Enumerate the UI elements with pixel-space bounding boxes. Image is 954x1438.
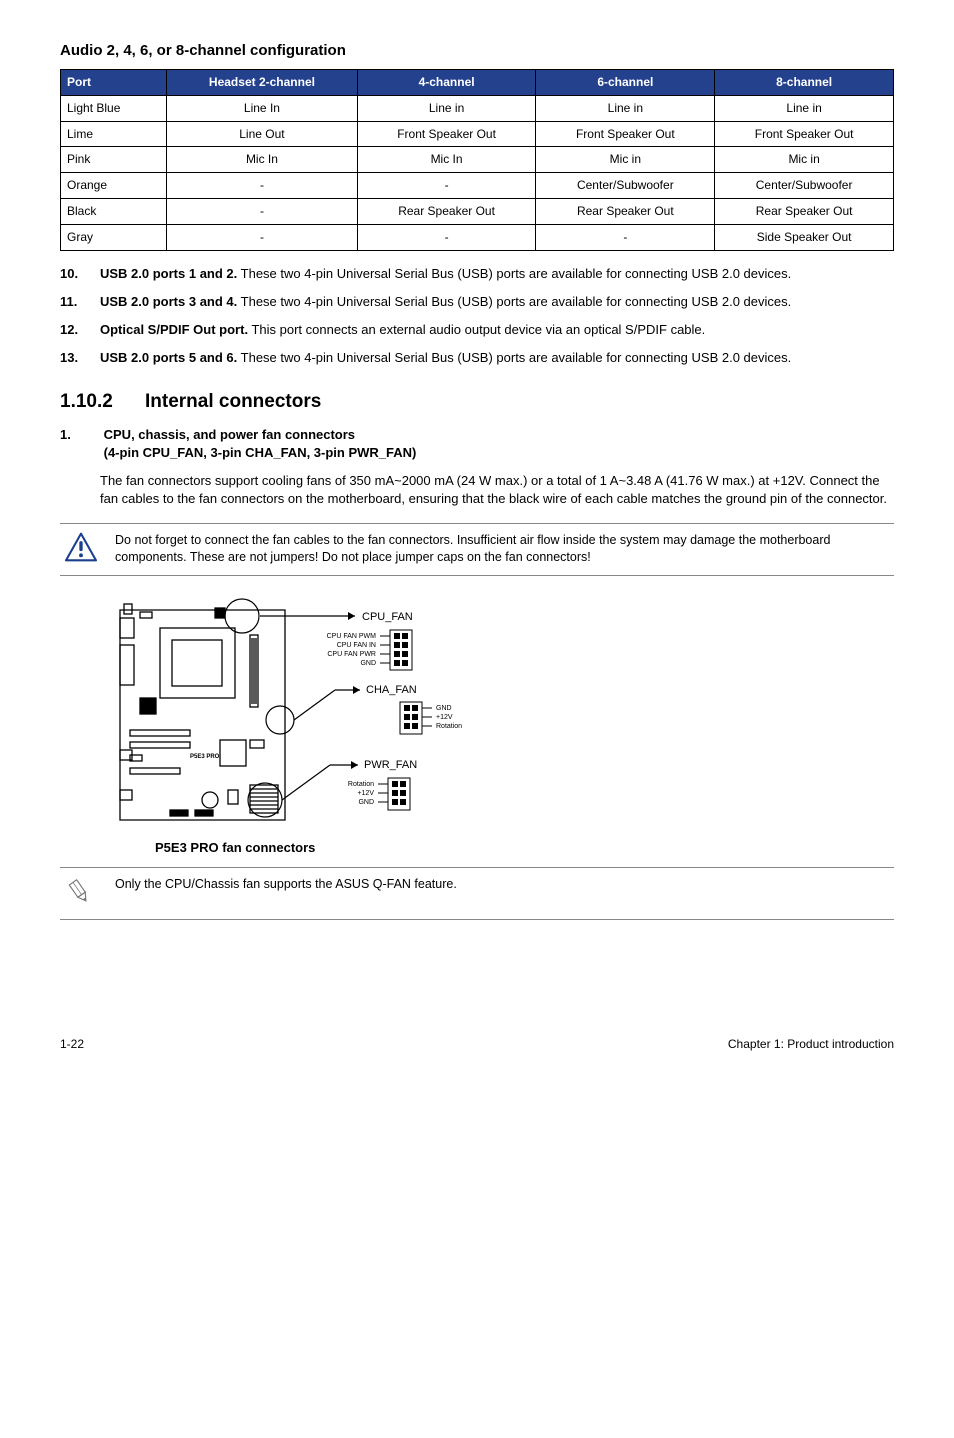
table-row: Light Blue Line In Line in Line in Line … [61,95,894,121]
cell: Front Speaker Out [536,121,715,147]
section-number: 1.10.2 [60,389,145,416]
cell: Front Speaker Out [357,121,536,147]
cell: Line in [357,95,536,121]
cell: Center/Subwoofer [715,173,894,199]
item-number: 13. [60,349,100,367]
section-heading-internal-connectors: 1.10.2Internal connectors [60,389,894,416]
label-rotation-1: Rotation [436,723,462,730]
cell: Pink [61,147,167,173]
label-cha-fan: CHA_FAN [366,684,417,696]
list-item: 12. Optical S/PDIF Out port. This port c… [60,321,894,339]
th-6ch: 6-channel [536,70,715,96]
th-8ch: 8-channel [715,70,894,96]
footer-page-number: 1-22 [60,1036,84,1053]
label-12v-2: +12V [357,790,374,797]
table-row: Gray - - - Side Speaker Out [61,224,894,250]
cell: Line in [536,95,715,121]
cell: - [167,173,357,199]
item-text: USB 2.0 ports 1 and 2. These two 4-pin U… [100,265,894,283]
th-2ch: Headset 2-channel [167,70,357,96]
label-cpu-in: CPU FAN IN [337,642,376,649]
cell: Line In [167,95,357,121]
cell: Line Out [167,121,357,147]
cell: Side Speaker Out [715,224,894,250]
cell: Mic In [357,147,536,173]
fan-connector-diagram: CPU_FAN CPU FAN PWM CPU FAN IN CPU FAN P… [100,590,894,857]
cell: Front Speaker Out [715,121,894,147]
label-gnd-2: GND [436,705,452,712]
cell: Orange [61,173,167,199]
cell: Gray [61,224,167,250]
list-item: 13. USB 2.0 ports 5 and 6. These two 4-p… [60,349,894,367]
note-text: Only the CPU/Chassis fan supports the AS… [115,876,894,894]
note-callout: Only the CPU/Chassis fan supports the AS… [60,867,894,920]
cell: Center/Subwoofer [536,173,715,199]
item-text: USB 2.0 ports 5 and 6. These two 4-pin U… [100,349,894,367]
item-text: Optical S/PDIF Out port. This port conne… [100,321,894,339]
warning-callout: Do not forget to connect the fan cables … [60,523,894,576]
cell: Rear Speaker Out [715,198,894,224]
audio-heading: Audio 2, 4, 6, or 8-channel configuratio… [60,40,894,61]
warning-text: Do not forget to connect the fan cables … [115,532,894,567]
cell: Rear Speaker Out [536,198,715,224]
audio-config-table: Port Headset 2-channel 4-channel 6-chann… [60,69,894,251]
label-cpu-pwr: CPU FAN PWR [327,651,376,658]
cell: Black [61,198,167,224]
cell: Lime [61,121,167,147]
label-board-model: P5E3 PRO [190,754,220,760]
label-12v-1: +12V [436,714,453,721]
table-row: Pink Mic In Mic In Mic in Mic in [61,147,894,173]
label-cpu-fan: CPU_FAN [362,611,413,623]
item-number: 12. [60,321,100,339]
label-rotation-2: Rotation [348,781,374,788]
page-footer: 1-22 Chapter 1: Product introduction [60,1030,894,1053]
cell: Mic in [536,147,715,173]
item-number: 10. [60,265,100,283]
th-4ch: 4-channel [357,70,536,96]
label-cpu-pwm: CPU FAN PWM [327,633,377,640]
sub-item-number: 1. [60,426,100,444]
label-pwr-fan: PWR_FAN [364,759,417,771]
note-icon [60,876,115,911]
item-number: 11. [60,293,100,311]
footer-chapter: Chapter 1: Product introduction [728,1036,894,1053]
fan-connector-paragraph: The fan connectors support cooling fans … [100,472,894,508]
cell: - [167,198,357,224]
warning-icon [60,532,115,567]
list-item: 10. USB 2.0 ports 1 and 2. These two 4-p… [60,265,894,283]
table-row: Orange - - Center/Subwoofer Center/Subwo… [61,173,894,199]
cell: - [357,173,536,199]
cell: Light Blue [61,95,167,121]
section-title: Internal connectors [145,391,321,412]
th-port: Port [61,70,167,96]
port-description-list: 10. USB 2.0 ports 1 and 2. These two 4-p… [60,265,894,368]
table-row: Lime Line Out Front Speaker Out Front Sp… [61,121,894,147]
label-gnd-1: GND [360,660,376,667]
cell: Mic In [167,147,357,173]
sub-item-1: 1. CPU, chassis, and power fan connector… [60,426,894,462]
cell: Mic in [715,147,894,173]
sub-item-line2: (4-pin CPU_FAN, 3-pin CHA_FAN, 3-pin PWR… [104,445,417,460]
cell: Rear Speaker Out [357,198,536,224]
sub-item-body: CPU, chassis, and power fan connectors (… [104,426,888,462]
table-row: Black - Rear Speaker Out Rear Speaker Ou… [61,198,894,224]
list-item: 11. USB 2.0 ports 3 and 4. These two 4-p… [60,293,894,311]
diagram-caption: P5E3 PRO fan connectors [155,839,894,857]
sub-item-line1: CPU, chassis, and power fan connectors [104,427,355,442]
item-text: USB 2.0 ports 3 and 4. These two 4-pin U… [100,293,894,311]
cell: - [536,224,715,250]
cell: - [357,224,536,250]
cell: - [167,224,357,250]
cell: Line in [715,95,894,121]
label-gnd-3: GND [358,799,374,806]
